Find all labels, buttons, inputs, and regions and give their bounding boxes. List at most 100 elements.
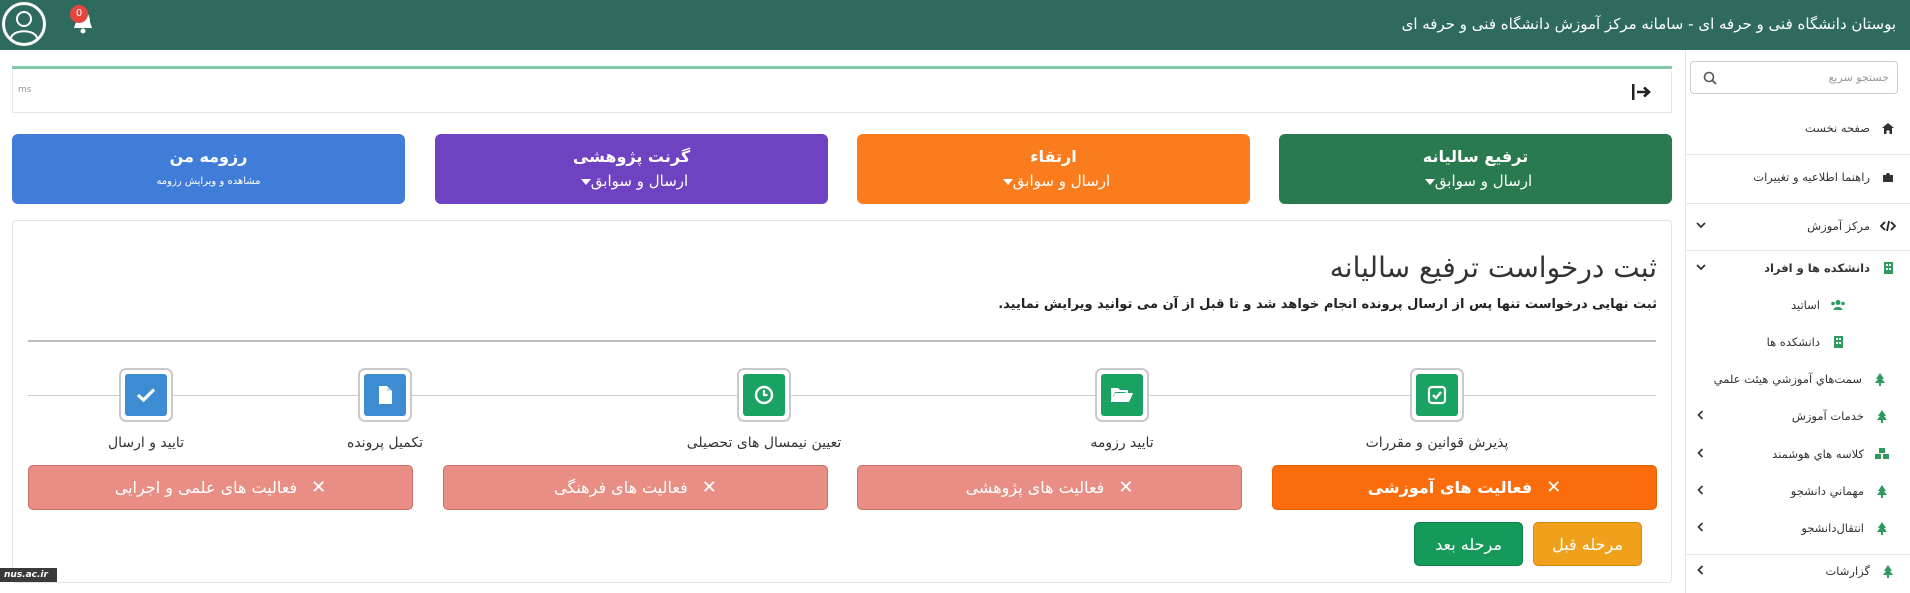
step-label: تعیین نیمسال های تحصیلی — [686, 435, 842, 451]
sidebar-item-label: اساتید — [1790, 298, 1820, 312]
sidebar-item-label: دانشکده ها و افراد — [1764, 261, 1870, 275]
sidebar-item-label: سمت‌هاي آموزشي هيئت علمي — [1713, 372, 1862, 386]
card-dropdown-label: ارسال و سوابق — [1434, 172, 1533, 190]
panel-note: ثبت نهایی درخواست تنها پس از ارسال پروند… — [998, 297, 1657, 312]
chevron-left-icon — [1697, 522, 1704, 532]
home-icon — [1880, 120, 1896, 136]
sidebar-item-faculties[interactable]: دانشکده ها — [1685, 322, 1910, 362]
card-title: گرنت پژوهشی — [572, 147, 691, 166]
tree-icon — [1874, 483, 1890, 499]
next-step-button[interactable]: مرحله بعد — [1414, 522, 1523, 566]
notification-badge: 0 — [70, 5, 88, 23]
tab-research-activities[interactable]: ✕ فعالیت های پژوهشی — [857, 465, 1242, 510]
sidebar-item-education-center[interactable]: مرکز آموزش — [1685, 206, 1910, 246]
sidebar-item-professors[interactable]: اساتید — [1685, 285, 1910, 325]
sidebar-item-label: گزارشات — [1825, 564, 1870, 578]
sidebar-item-label: انتقال‌دانشجو — [1801, 521, 1864, 535]
users-icon — [1830, 297, 1846, 313]
sidebar-item-home[interactable]: صفحه نخست — [1685, 108, 1910, 148]
sidebar-item-reports[interactable]: گزارشات — [1685, 551, 1910, 591]
search-icon — [1703, 71, 1717, 85]
close-icon: ✕ — [1546, 477, 1562, 498]
tab-scientific-executive-activities[interactable]: ✕ فعالیت های علمی و اجرایی — [28, 465, 413, 510]
code-icon — [1880, 218, 1896, 234]
close-icon: ✕ — [701, 477, 717, 498]
caret-down-icon — [580, 178, 591, 185]
card-annual-promotion[interactable]: ترفیع سالیانه ارسال و سوابق — [1279, 134, 1672, 204]
chevron-left-icon — [1697, 410, 1704, 420]
building-icon — [1830, 334, 1846, 350]
building-icon — [1880, 260, 1896, 276]
tab-cultural-activities[interactable]: ✕ فعالیت های فرهنگی — [443, 465, 828, 510]
step-confirm-send[interactable] — [119, 368, 173, 422]
step-resume[interactable] — [1095, 368, 1149, 422]
card-dropdown[interactable]: ارسال و سوابق — [857, 172, 1250, 190]
close-icon: ✕ — [311, 477, 327, 498]
sidebar-item-student-transfer[interactable]: انتقال‌دانشجو — [1685, 508, 1910, 548]
cubes-icon — [1874, 446, 1890, 462]
file-icon — [364, 374, 406, 416]
sidebar-item-label: خدمات آموزش — [1791, 409, 1864, 423]
site-badge: nus.ac.ir — [0, 568, 57, 582]
sidebar-item-faculty-positions[interactable]: سمت‌هاي آموزشي هيئت علمي — [1685, 359, 1910, 399]
sidebar: صفحه نخست راهنما اطلاعیه و تغییرات مرکز … — [1685, 50, 1910, 593]
step-label: تکمیل پرونده — [347, 435, 423, 451]
tree-icon — [1874, 520, 1890, 536]
chevron-down-icon — [1696, 264, 1706, 271]
sidebar-item-guide[interactable]: راهنما اطلاعیه و تغییرات — [1685, 157, 1910, 197]
sidebar-item-label: راهنما اطلاعیه و تغییرات — [1753, 170, 1870, 184]
sidebar-item-label: كلاسه هاي هوشمند — [1772, 447, 1864, 461]
card-title: ترفیع سالیانه — [1422, 147, 1529, 166]
step-label: تایید رزومه — [1090, 435, 1154, 451]
sign-out-icon[interactable] — [1631, 81, 1653, 103]
card-subtitle: مشاهده و ویرایش رزومه — [156, 176, 261, 187]
timer-text: ms — [18, 85, 32, 95]
folder-open-icon — [1101, 374, 1143, 416]
sidebar-item-label: دانشکده ها — [1766, 335, 1820, 349]
step-semesters[interactable] — [737, 368, 791, 422]
card-dropdown-label: ارسال و سوابق — [590, 172, 689, 190]
card-dropdown[interactable]: ارسال و سوابق — [435, 172, 828, 190]
divider — [28, 340, 1656, 342]
sidebar-item-guest-student[interactable]: مهماني دانشجو — [1685, 471, 1910, 511]
clock-icon — [743, 374, 785, 416]
sidebar-item-label: صفحه نخست — [1804, 121, 1870, 135]
close-icon: ✕ — [1118, 477, 1134, 498]
tab-label: فعالیت های پژوهشی — [965, 478, 1105, 497]
previous-step-button[interactable]: مرحله قبل — [1533, 522, 1642, 566]
card-dropdown-label: ارسال و سوابق — [1012, 172, 1111, 190]
check-icon — [125, 374, 167, 416]
chevron-left-icon — [1697, 485, 1704, 495]
tab-label: فعالیت های آموزشی — [1367, 478, 1533, 497]
user-avatar-icon[interactable] — [2, 2, 46, 46]
card-upgrade[interactable]: ارتقاء ارسال و سوابق — [857, 134, 1250, 204]
card-my-resume[interactable]: رزومه من مشاهده و ویرایش رزومه — [12, 134, 405, 204]
step-rules[interactable] — [1410, 368, 1464, 422]
card-title: ارتقاء — [1030, 147, 1077, 166]
card-research-grant[interactable]: گرنت پژوهشی ارسال و سوابق — [435, 134, 828, 204]
sidebar-item-education-services[interactable]: خدمات آموزش — [1685, 396, 1910, 436]
card-dropdown[interactable]: ارسال و سوابق — [1279, 172, 1672, 190]
content-toolbar: ms — [12, 71, 1672, 113]
tab-educational-activities[interactable]: ✕ فعالیت های آموزشی — [1272, 465, 1657, 510]
search-input[interactable] — [1729, 62, 1889, 93]
top-bar: بوستان دانشگاه فنی و حرفه ای - سامانه مر… — [0, 0, 1910, 50]
check-square-icon — [1416, 374, 1458, 416]
loading-bar — [12, 66, 1672, 69]
caret-down-icon — [1002, 178, 1013, 185]
chevron-left-icon — [1697, 565, 1704, 575]
sidebar-item-label: مرکز آموزش — [1807, 219, 1870, 233]
page-title: ثبت درخواست ترفیع سالیانه — [1329, 251, 1657, 284]
sidebar-item-label: مهماني دانشجو — [1790, 484, 1864, 498]
chevron-left-icon — [1697, 448, 1704, 458]
chevron-down-icon — [1696, 222, 1706, 229]
step-label: پذیرش قوانین و مقررات — [1365, 435, 1509, 451]
step-complete-file[interactable] — [358, 368, 412, 422]
caret-down-icon — [1424, 178, 1435, 185]
puzzle-icon — [1880, 169, 1896, 185]
sidebar-item-faculties-people[interactable]: دانشکده ها و افراد — [1685, 248, 1910, 288]
step-label: تایید و ارسال — [107, 435, 185, 451]
app-title: بوستان دانشگاه فنی و حرفه ای - سامانه مر… — [1401, 15, 1896, 33]
tab-label: فعالیت های فرهنگی — [554, 478, 688, 497]
sidebar-item-smart-classes[interactable]: كلاسه هاي هوشمند — [1685, 434, 1910, 474]
